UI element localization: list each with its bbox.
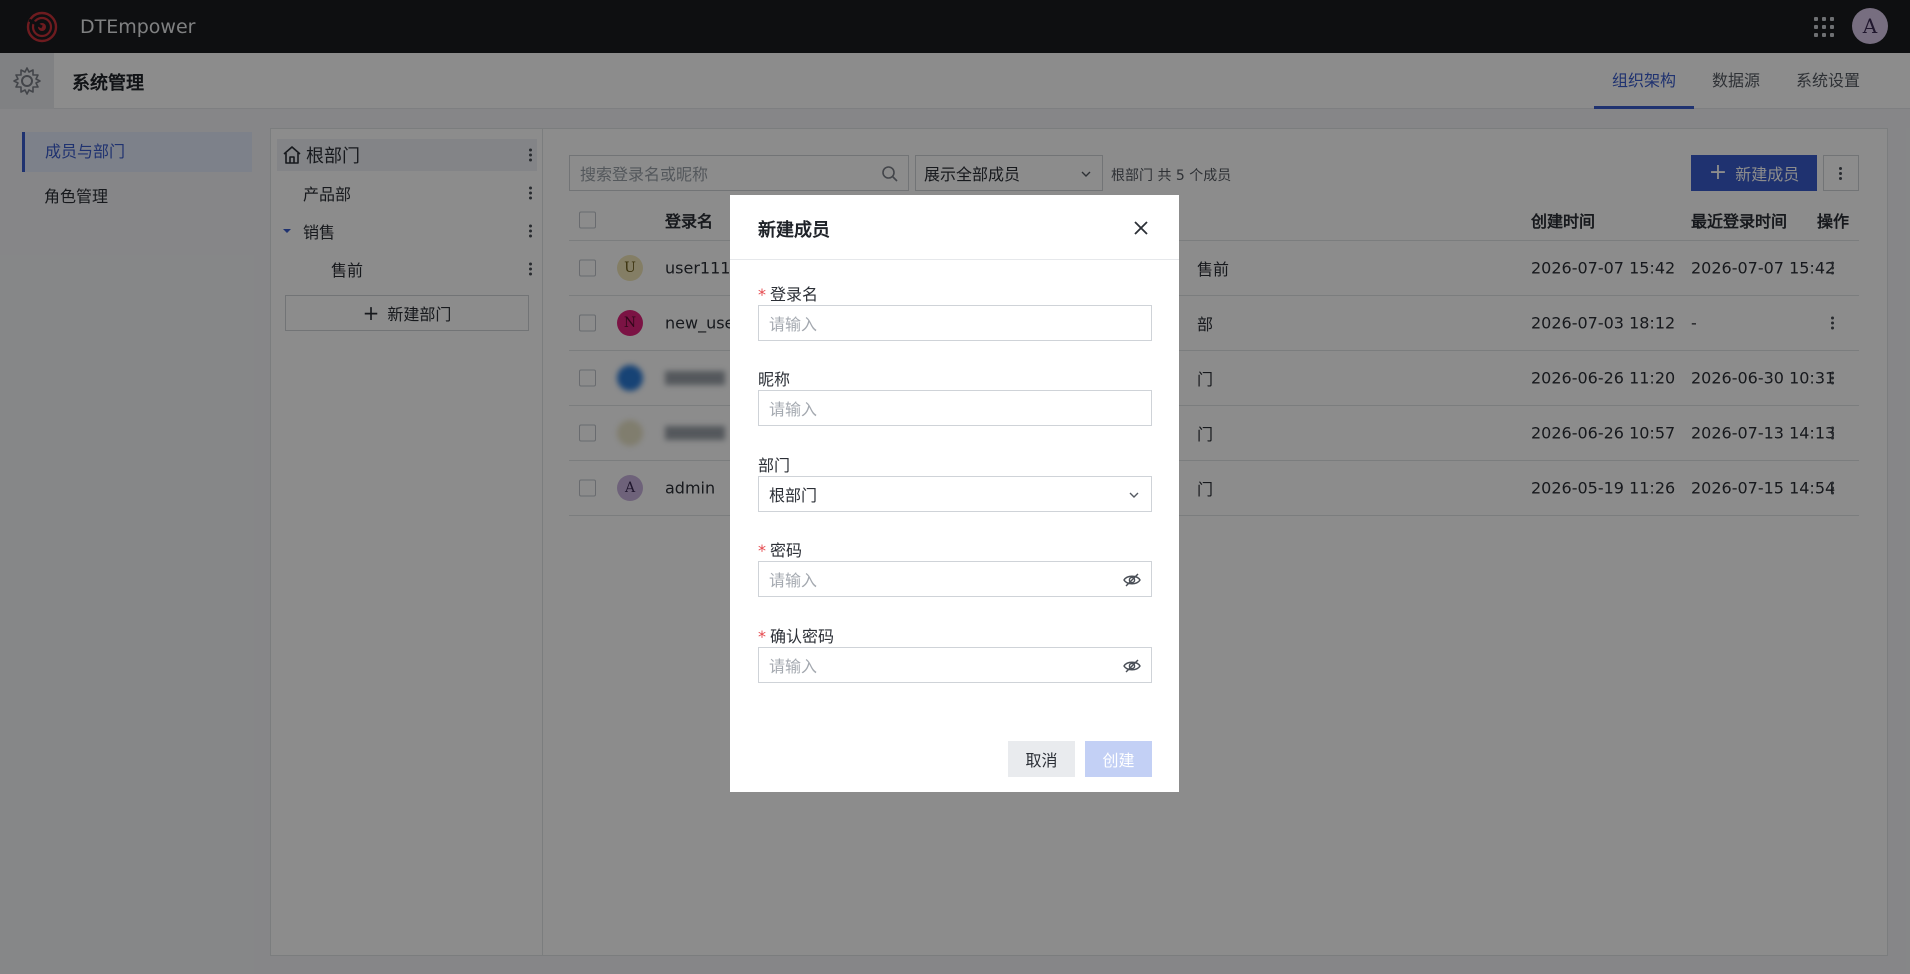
create-button[interactable]: 创建 [1085,741,1152,777]
password-placeholder: 请输入 [769,571,818,590]
nickname-input[interactable]: 请输入 [758,390,1152,426]
required-mark: * [758,285,766,304]
dept-label: 部门 [758,456,791,475]
close-icon[interactable] [1133,220,1149,236]
dialog-header: 新建成员 [730,195,1179,260]
password-label: * 密码 [758,541,803,560]
nickname-label: 昵称 [758,370,791,389]
login-input[interactable]: 请输入 [758,305,1152,341]
password-input[interactable]: 请输入 [758,561,1152,597]
confirm-password-input[interactable]: 请输入 [758,647,1152,683]
confirm-password-placeholder: 请输入 [769,657,818,676]
nickname-placeholder: 请输入 [769,400,818,419]
dept-value: 根部门 [769,486,818,505]
confirm-password-label: * 确认密码 [758,627,835,646]
dept-select[interactable]: 根部门 [758,476,1152,512]
chevron-down-icon [1129,492,1139,498]
eye-off-icon[interactable] [1123,657,1141,675]
eye-off-icon[interactable] [1123,571,1141,589]
cancel-button[interactable]: 取消 [1008,741,1075,777]
login-label: * 登录名 [758,285,819,304]
required-mark: * [758,627,766,646]
dialog-title: 新建成员 [758,220,830,241]
required-mark: * [758,541,766,560]
login-placeholder: 请输入 [769,315,818,334]
new-member-dialog: 新建成员 * 登录名 请输入 昵称 请输入 部门 根部门 * 密码 请输入 * 确认密… [730,195,1179,792]
